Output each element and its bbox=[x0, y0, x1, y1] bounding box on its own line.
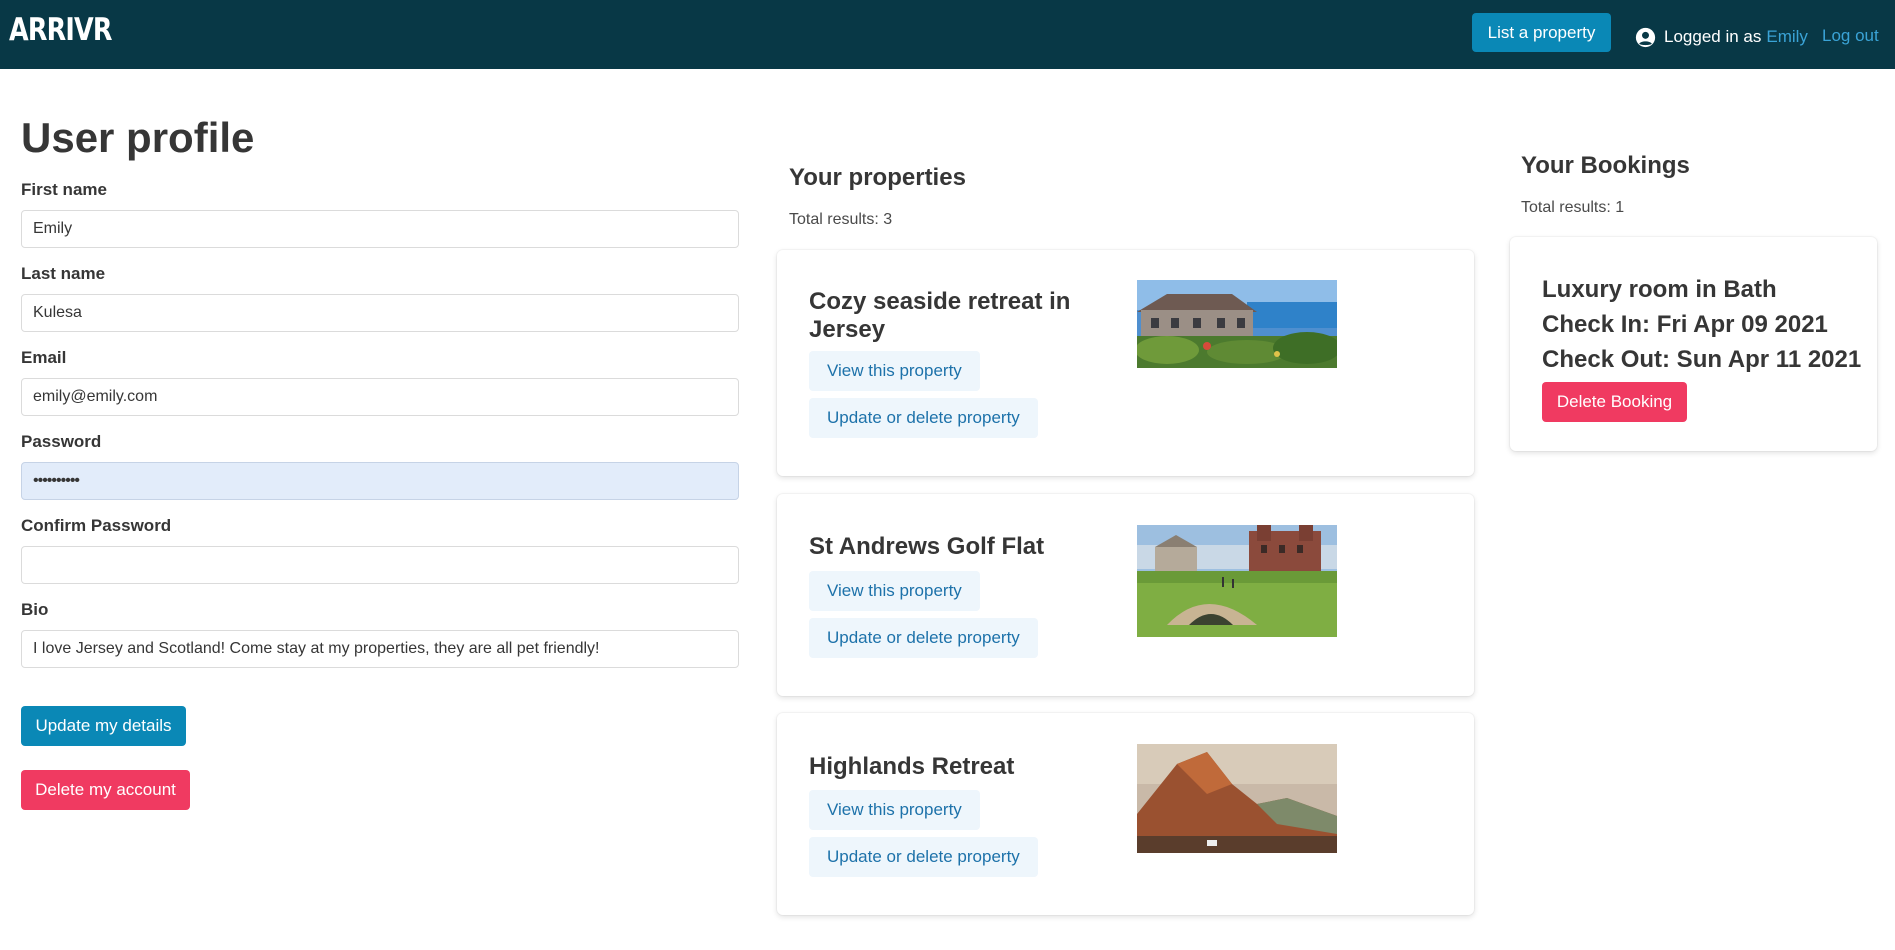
list-property-button[interactable]: List a property bbox=[1472, 13, 1611, 52]
first-name-label: First name bbox=[21, 180, 107, 199]
logged-in-label: Logged in as bbox=[1664, 27, 1762, 46]
bio-label: Bio bbox=[21, 600, 49, 619]
email-input[interactable]: emily@emily.com bbox=[21, 378, 739, 416]
update-property-button[interactable]: Update or delete property bbox=[809, 618, 1038, 658]
navbar: ARRIVR List a property Logged in as Emil… bbox=[0, 0, 1895, 69]
property-image[interactable] bbox=[1137, 744, 1337, 853]
property-name: Cozy seaside retreat in Jersey bbox=[809, 288, 1071, 343]
properties-title: Your properties bbox=[789, 164, 966, 191]
update-property-button[interactable]: Update or delete property bbox=[809, 837, 1038, 877]
property-card: St Andrews Golf Flat View this property … bbox=[777, 494, 1474, 696]
delete-account-button[interactable]: Delete my account bbox=[21, 770, 190, 810]
first-name-input[interactable]: Emily bbox=[21, 210, 739, 248]
confirm-password-label: Confirm Password bbox=[21, 516, 172, 535]
booking-check-in: Check In: Fri Apr 09 2021 bbox=[1542, 311, 1828, 338]
email-label: Email bbox=[21, 348, 67, 367]
booking-name: Luxury room in Bath bbox=[1542, 276, 1777, 303]
booking-card: Luxury room in Bath Check In: Fri Apr 09… bbox=[1510, 237, 1877, 451]
property-card: Highlands Retreat View this property Upd… bbox=[777, 713, 1474, 915]
delete-booking-button[interactable]: Delete Booking bbox=[1542, 382, 1687, 422]
property-image[interactable] bbox=[1137, 280, 1337, 368]
bio-input[interactable]: I love Jersey and Scotland! Come stay at… bbox=[21, 630, 739, 668]
property-name: Highlands Retreat bbox=[809, 753, 1015, 780]
bookings-title: Your Bookings bbox=[1521, 152, 1690, 179]
update-property-button[interactable]: Update or delete property bbox=[809, 398, 1038, 438]
update-details-button[interactable]: Update my details bbox=[21, 706, 186, 746]
property-image[interactable] bbox=[1137, 525, 1337, 637]
logged-in-status: Logged in as Emily bbox=[1635, 26, 1808, 48]
username-link[interactable]: Emily bbox=[1766, 27, 1808, 47]
password-input[interactable]: •••••••••• bbox=[21, 462, 739, 500]
last-name-input[interactable]: Kulesa bbox=[21, 294, 739, 332]
password-label: Password bbox=[21, 432, 102, 451]
property-name: St Andrews Golf Flat bbox=[809, 533, 1045, 560]
properties-total: Total results: 3 bbox=[789, 211, 893, 228]
page-title: User profile bbox=[21, 114, 255, 161]
user-circle-icon bbox=[1635, 27, 1656, 47]
view-property-button[interactable]: View this property bbox=[809, 351, 980, 391]
logo[interactable]: ARRIVR bbox=[9, 12, 112, 48]
property-card: Cozy seaside retreat in Jersey View this… bbox=[777, 250, 1474, 476]
logout-link[interactable]: Log out bbox=[1822, 26, 1879, 46]
confirm-password-input[interactable] bbox=[21, 546, 739, 584]
last-name-label: Last name bbox=[21, 264, 106, 283]
view-property-button[interactable]: View this property bbox=[809, 571, 980, 611]
bookings-total: Total results: 1 bbox=[1521, 199, 1625, 216]
view-property-button[interactable]: View this property bbox=[809, 790, 980, 830]
booking-check-out: Check Out: Sun Apr 11 2021 bbox=[1542, 346, 1862, 373]
